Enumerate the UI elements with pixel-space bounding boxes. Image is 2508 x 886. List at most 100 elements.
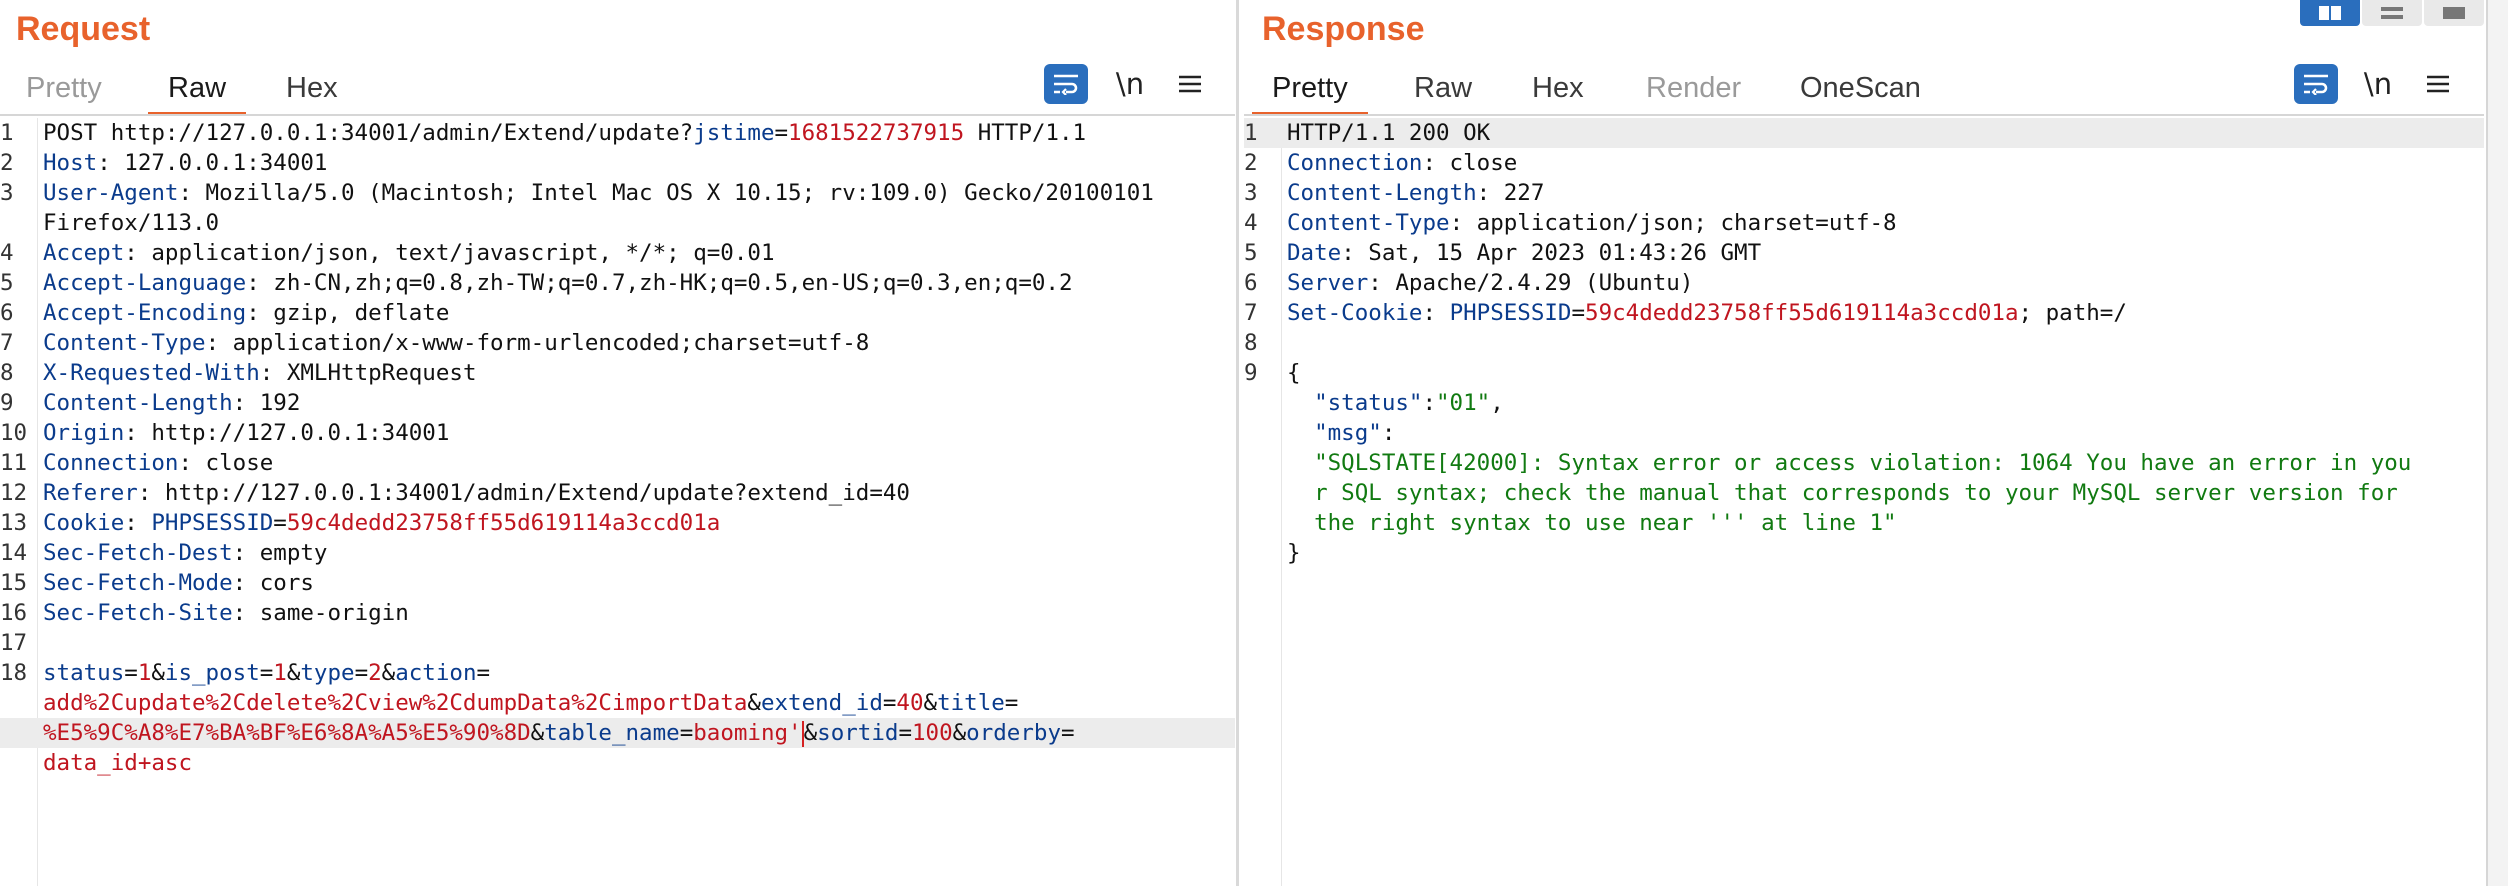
response-code-line[interactable]: "SQLSTATE[42000]: Syntax error or access… xyxy=(1244,448,2484,478)
response-code-line[interactable]: 5 Date: Sat, 15 Apr 2023 01:43:26 GMT xyxy=(1244,238,2484,268)
response-title: Response xyxy=(1262,10,1425,48)
code-token: POST http://127.0.0.1:34001/admin/Extend… xyxy=(43,120,694,146)
request-code-line[interactable]: 1 POST http://127.0.0.1:34001/admin/Exten… xyxy=(0,118,1235,148)
code-token: "status" xyxy=(1314,390,1423,416)
request-code-line[interactable]: Firefox/113.0 xyxy=(0,208,1235,238)
response-wrap-toggle[interactable] xyxy=(2294,64,2338,104)
request-code-line[interactable]: data_id+asc xyxy=(0,748,1235,778)
code-text: "msg": xyxy=(1287,418,1395,448)
response-code-line[interactable]: 6 Server: Apache/2.4.29 (Ubuntu) xyxy=(1244,268,2484,298)
request-tab-divider xyxy=(0,114,1235,116)
code-token: : xyxy=(1381,420,1396,446)
request-code-line[interactable]: 15 Sec-Fetch-Mode: cors xyxy=(0,568,1235,598)
response-menu-button[interactable] xyxy=(2416,64,2460,104)
line-number: 5 xyxy=(1244,240,1258,266)
line-number: 5 xyxy=(0,270,14,296)
line-number: 12 xyxy=(0,480,28,506)
line-number: 8 xyxy=(1244,330,1258,356)
request-code-line[interactable]: 5 Accept-Language: zh-CN,zh;q=0.8,zh-TW;q… xyxy=(0,268,1235,298)
line-number: 11 xyxy=(0,450,28,476)
response-editor[interactable]: 1 HTTP/1.1 200 OK 2 Connection: close 3 Conte… xyxy=(1244,118,2484,886)
response-code-line[interactable]: } xyxy=(1244,538,2484,568)
inspector-sidebar-edge[interactable] xyxy=(2486,0,2508,886)
code-token: table_name xyxy=(544,720,680,746)
request-code-line[interactable]: 13 Cookie: PHPSESSID=59c4dedd23758ff55d61… xyxy=(0,508,1235,538)
code-text: Accept-Language: zh-CN,zh;q=0.8,zh-TW;q=… xyxy=(43,268,1073,298)
line-number: 15 xyxy=(0,570,28,596)
request-code-line[interactable]: 12 Referer: http://127.0.0.1:34001/admin/… xyxy=(0,478,1235,508)
response-code-line[interactable]: "msg": xyxy=(1244,418,2484,448)
code-token: PHPSESSID xyxy=(1449,300,1572,326)
response-code-line[interactable]: the right syntax to use near ''' at line… xyxy=(1244,508,2484,538)
request-code-line[interactable]: %E5%9C%A8%E7%BA%BF%E6%8A%A5%E5%90%8D&tab… xyxy=(0,718,1235,748)
layout-side-by-side-button[interactable] xyxy=(2300,0,2360,26)
tab-response-onescan[interactable]: OneScan xyxy=(1800,64,1921,112)
code-text: X-Requested-With: XMLHttpRequest xyxy=(43,358,477,388)
layout-stacked-button[interactable] xyxy=(2362,0,2422,26)
response-code-line[interactable]: 4 Content-Type: application/json; charset… xyxy=(1244,208,2484,238)
code-text: HTTP/1.1 200 OK xyxy=(1287,118,1490,148)
request-code-line[interactable]: 7 Content-Type: application/x-www-form-ur… xyxy=(0,328,1235,358)
response-code-line[interactable]: 9{ xyxy=(1244,358,2484,388)
layout-tabs-button[interactable] xyxy=(2424,0,2484,26)
request-editor[interactable]: 1 POST http://127.0.0.1:34001/admin/Exten… xyxy=(0,118,1235,886)
tab-response-pretty[interactable]: Pretty xyxy=(1252,64,1368,116)
request-code-line[interactable]: 8 X-Requested-With: XMLHttpRequest xyxy=(0,358,1235,388)
request-wrap-toggle[interactable] xyxy=(1044,64,1088,104)
code-token: 2 xyxy=(368,660,382,686)
code-token: : cors xyxy=(232,570,314,596)
request-code-line[interactable]: 10 Origin: http://127.0.0.1:34001 xyxy=(0,418,1235,448)
code-token: HTTP/1.1 xyxy=(964,120,1087,146)
tab-request-pretty[interactable]: Pretty xyxy=(26,64,102,112)
tab-request-hex[interactable]: Hex xyxy=(286,64,338,112)
response-code-line[interactable]: 8 xyxy=(1244,328,2484,358)
request-code-line[interactable]: 18 status=1&is_post=1&type=2&action= xyxy=(0,658,1235,688)
tab-response-raw[interactable]: Raw xyxy=(1414,64,1472,112)
response-code-line[interactable]: 2 Connection: close xyxy=(1244,148,2484,178)
code-token: is_post xyxy=(164,660,260,686)
code-token: HTTP/1.1 200 OK xyxy=(1287,120,1491,146)
code-token: Content-Type xyxy=(1287,210,1450,236)
split-divider[interactable] xyxy=(1236,0,1239,886)
response-code-line[interactable]: r SQL syntax; check the manual that corr… xyxy=(1244,478,2484,508)
request-code-line[interactable]: 11 Connection: close xyxy=(0,448,1235,478)
tab-response-render[interactable]: Render xyxy=(1646,64,1741,112)
wrap-lines-icon xyxy=(1054,74,1078,95)
request-code-line[interactable]: 4 Accept: application/json, text/javascri… xyxy=(0,238,1235,268)
code-token: add%2Cupdate%2Cdelete%2Cview%2CdumpData%… xyxy=(43,690,748,716)
request-code-line[interactable]: 9 Content-Length: 192 xyxy=(0,388,1235,418)
request-menu-button[interactable] xyxy=(1168,64,1212,104)
code-token: : application/x-www-form-urlencoded;char… xyxy=(205,330,870,356)
line-number: 6 xyxy=(1244,270,1258,296)
code-token: : Mozilla/5.0 (Macintosh; Intel Mac OS X… xyxy=(178,180,1154,206)
code-token: extend_id xyxy=(760,690,883,716)
code-token: orderby xyxy=(966,720,1061,746)
request-code-line[interactable]: 14 Sec-Fetch-Dest: empty xyxy=(0,538,1235,568)
request-code-line[interactable]: 6 Accept-Encoding: gzip, deflate xyxy=(0,298,1235,328)
tab-response-hex[interactable]: Hex xyxy=(1532,64,1584,112)
response-tab-divider xyxy=(1244,114,2484,116)
code-token: : gzip, deflate xyxy=(246,300,450,326)
code-token: & xyxy=(530,720,545,746)
code-token: : 127.0.0.1:34001 xyxy=(97,150,328,176)
response-code-line[interactable]: 7 Set-Cookie: PHPSESSID=59c4dedd23758ff55… xyxy=(1244,298,2484,328)
request-code-line[interactable]: 17 xyxy=(0,628,1235,658)
request-code-line[interactable]: 2 Host: 127.0.0.1:34001 xyxy=(0,148,1235,178)
code-token: Connection xyxy=(43,450,179,476)
tab-request-raw[interactable]: Raw xyxy=(147,64,247,116)
code-text: { xyxy=(1287,358,1301,388)
code-token: Content-Length xyxy=(43,390,233,416)
request-code-line[interactable]: add%2Cupdate%2Cdelete%2Cview%2CdumpData%… xyxy=(0,688,1235,718)
line-number: 1 xyxy=(0,120,14,146)
code-text: Accept: application/json, text/javascrip… xyxy=(43,238,775,268)
code-token: , xyxy=(1490,390,1504,416)
response-code-line[interactable]: "status":"01", xyxy=(1244,388,2484,418)
code-token: status xyxy=(43,660,125,686)
response-newline-toggle[interactable]: \n xyxy=(2356,64,2400,104)
response-code-line[interactable]: 3 Content-Length: 227 xyxy=(1244,178,2484,208)
response-code-line[interactable]: 1 HTTP/1.1 200 OK xyxy=(1244,118,2484,148)
line-number: 6 xyxy=(0,300,14,326)
request-newline-toggle[interactable]: \n xyxy=(1108,64,1152,104)
request-code-line[interactable]: 3 User-Agent: Mozilla/5.0 (Macintosh; Int… xyxy=(0,178,1235,208)
request-code-line[interactable]: 16 Sec-Fetch-Site: same-origin xyxy=(0,598,1235,628)
